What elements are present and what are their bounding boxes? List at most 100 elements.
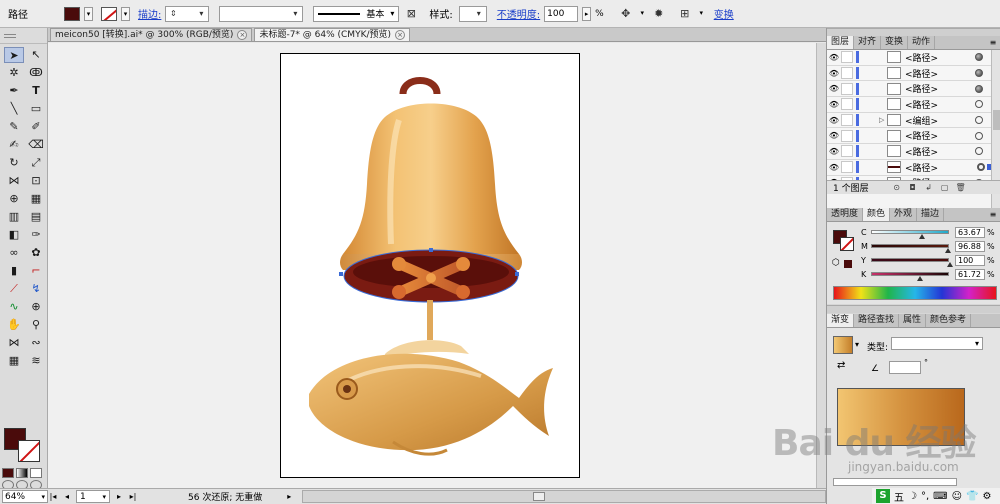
- lock-toggle[interactable]: [841, 67, 853, 80]
- perspective-grid-tool-icon[interactable]: ▥: [4, 209, 24, 225]
- angle-field[interactable]: [889, 361, 921, 374]
- free-transform-tool-icon[interactable]: ⊡: [26, 173, 46, 189]
- tab-align[interactable]: 对齐: [854, 36, 882, 49]
- expand-arrow-icon[interactable]: ▷: [879, 116, 884, 124]
- tab-transform[interactable]: 变换: [881, 36, 909, 49]
- eye-icon[interactable]: 👁: [827, 163, 841, 172]
- gradient-tool-icon[interactable]: ◧: [4, 227, 24, 243]
- curve-tool-icon[interactable]: ∾: [26, 335, 46, 351]
- mesh-tool-icon[interactable]: ▤: [26, 209, 46, 225]
- shirt-icon[interactable]: 👕: [966, 491, 978, 502]
- lock-toggle[interactable]: [841, 98, 853, 111]
- artboard-tool-icon[interactable]: ⌐: [26, 263, 46, 279]
- stroke-color-swatch[interactable]: [101, 6, 117, 21]
- punctuation-icon[interactable]: °,: [921, 491, 929, 502]
- align-dropdown-icon[interactable]: ▾: [697, 7, 706, 21]
- layer-name[interactable]: <路径>: [905, 67, 965, 80]
- pen-tool-icon[interactable]: ✒: [4, 83, 24, 99]
- paintbrush-tool-icon[interactable]: ✎: [4, 119, 24, 135]
- zoom-tool-icon[interactable]: ⚲: [26, 317, 46, 333]
- gradient-slider[interactable]: [833, 478, 957, 486]
- line-tool-icon[interactable]: ╲: [4, 101, 24, 117]
- eye-icon[interactable]: 👁: [827, 100, 841, 109]
- opacity-link[interactable]: 不透明度:: [497, 6, 540, 21]
- last-page-icon[interactable]: ▸|: [128, 492, 138, 501]
- panel-menu-icon[interactable]: ≡: [985, 36, 1000, 49]
- layer-name[interactable]: <路径>: [905, 129, 965, 142]
- gradient-preview[interactable]: [837, 388, 965, 446]
- tab-color-guide[interactable]: 颜色参考: [926, 314, 972, 327]
- select-similar-dropdown-icon[interactable]: ▾: [638, 7, 647, 21]
- rectangle-tool-icon[interactable]: ▭: [26, 101, 46, 117]
- layer-row-group[interactable]: 👁 ▷ <编组>: [827, 112, 1000, 129]
- ime-indicator[interactable]: 五: [894, 489, 904, 504]
- layer-row[interactable]: 👁 <路径>: [827, 144, 1000, 160]
- target-icon[interactable]: [975, 69, 983, 78]
- layer-row[interactable]: 👁 <路径>: [827, 97, 1000, 113]
- lock-toggle[interactable]: [841, 82, 853, 95]
- direct-selection-tool-icon[interactable]: ↖: [26, 47, 46, 63]
- target-icon[interactable]: [975, 131, 983, 140]
- color-spectrum[interactable]: [833, 286, 997, 300]
- pencil-tool-icon[interactable]: ✐: [26, 119, 46, 135]
- new-layer-icon[interactable]: ▢: [939, 183, 951, 192]
- layer-row[interactable]: 👁 <路径>: [827, 81, 1000, 98]
- align-icon[interactable]: ⊞: [677, 6, 693, 22]
- gradient-mode-icon[interactable]: [16, 468, 28, 478]
- layer-name[interactable]: <编组>: [905, 114, 965, 127]
- eye-icon[interactable]: 👁: [827, 147, 841, 156]
- chevron-down-icon[interactable]: ▾: [102, 493, 106, 501]
- tab-untitled-7[interactable]: 未标题-7* @ 64% (CMYK/预览) ×: [254, 28, 411, 41]
- layer-name[interactable]: <路径>: [905, 98, 965, 111]
- stroke-color-box[interactable]: [18, 440, 40, 462]
- layer-row[interactable]: 👁 <路径>: [827, 128, 1000, 145]
- rotate-tool-icon[interactable]: ↻: [4, 155, 24, 171]
- slider-thumb[interactable]: [918, 234, 925, 239]
- target-icon[interactable]: [975, 84, 983, 93]
- eyedropper-tool-icon[interactable]: ✑: [26, 227, 46, 243]
- column-graph-tool-icon[interactable]: ▮: [4, 263, 24, 279]
- trash-icon[interactable]: 🗑: [955, 183, 967, 192]
- selection-tool-icon[interactable]: ➤: [4, 47, 24, 63]
- gradient-swatch[interactable]: [833, 336, 853, 354]
- artboard[interactable]: [280, 53, 580, 478]
- target-tool-icon[interactable]: ⊕: [26, 299, 46, 315]
- type-tool-icon[interactable]: T: [26, 83, 46, 99]
- chevron-down-icon[interactable]: ▾: [474, 9, 484, 18]
- scroll-thumb[interactable]: [533, 492, 546, 501]
- channel-value[interactable]: 96.88: [955, 240, 985, 252]
- wave-tool-icon[interactable]: ∿: [4, 299, 24, 315]
- eye-icon[interactable]: 👁: [827, 131, 841, 140]
- layer-row[interactable]: 👁 <路径>: [827, 50, 1000, 66]
- new-sublayer-icon[interactable]: ↲: [923, 183, 935, 192]
- layer-name[interactable]: <路径>: [905, 82, 965, 95]
- panel-menu-icon[interactable]: ≡: [985, 208, 1000, 221]
- lock-toggle[interactable]: [841, 114, 853, 127]
- grid-tool-icon[interactable]: ▦: [4, 353, 24, 369]
- bezier-tool-icon[interactable]: ⋈: [4, 335, 24, 351]
- gamut-swatch[interactable]: [844, 260, 852, 268]
- eraser-tool-icon[interactable]: ⌫: [26, 137, 46, 153]
- warp-tool-icon[interactable]: ≋: [26, 353, 46, 369]
- variable-width-field[interactable]: ▾: [219, 5, 304, 22]
- panel-dock-strip[interactable]: [827, 305, 1000, 313]
- channel-slider[interactable]: [871, 272, 949, 281]
- slice-tool-icon[interactable]: ⟋: [4, 281, 24, 297]
- opacity-field[interactable]: 100: [544, 5, 579, 22]
- slider-thumb[interactable]: [917, 276, 924, 281]
- lock-toggle[interactable]: [841, 161, 853, 174]
- tab-layers[interactable]: 图层: [827, 36, 855, 49]
- tab-transparency[interactable]: 透明度: [827, 208, 864, 221]
- out-of-gamut-icon[interactable]: ⬡: [832, 258, 840, 268]
- tab-meicon50[interactable]: meicon50 [转换].ai* @ 300% (RGB/预览) ×: [50, 28, 253, 41]
- eye-icon[interactable]: 👁: [827, 69, 841, 78]
- opacity-dropdown-icon[interactable]: ▸: [582, 6, 592, 21]
- target-icon[interactable]: [975, 100, 983, 109]
- magic-wand-tool-icon[interactable]: ✲: [4, 65, 24, 81]
- close-icon[interactable]: ×: [395, 30, 406, 40]
- target-icon[interactable]: [975, 147, 983, 156]
- live-paint-tool-icon[interactable]: ▦: [26, 191, 46, 207]
- shape-builder-tool-icon[interactable]: ⊕: [4, 191, 24, 207]
- chevron-down-icon[interactable]: ▾: [196, 9, 206, 18]
- user-icon[interactable]: ☺: [952, 491, 962, 502]
